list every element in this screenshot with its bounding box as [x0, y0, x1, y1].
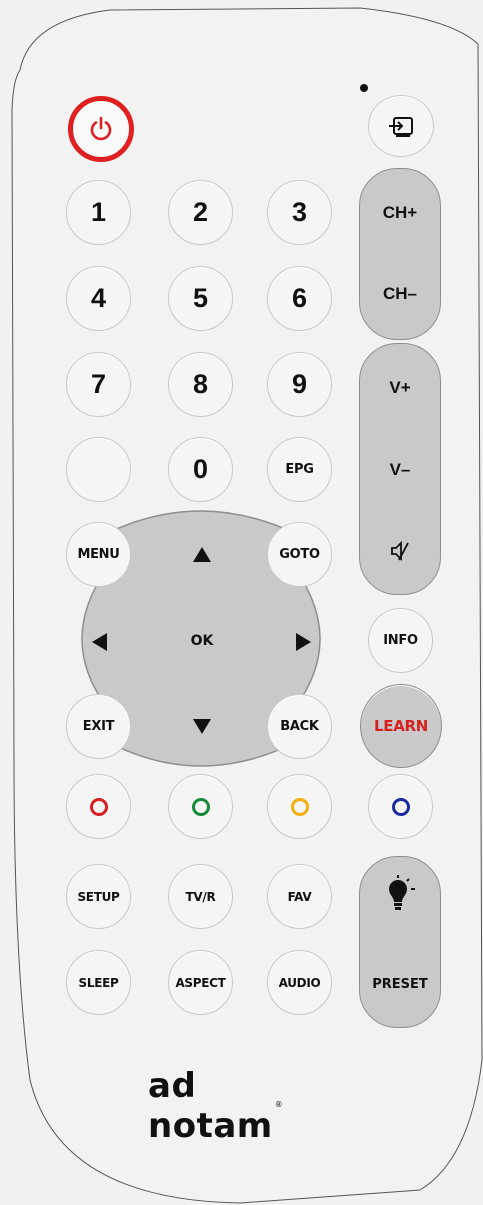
digit-4-label: 4	[90, 283, 107, 313]
fav-label: FAV	[287, 889, 312, 904]
green-ring-icon	[191, 797, 210, 816]
red-ring-icon	[89, 797, 108, 816]
digit-5-label: 5	[192, 283, 209, 313]
trademark-symbol: ®	[274, 1099, 284, 1109]
brand-logo-text: ad notam	[148, 1066, 273, 1146]
digit-1-label: 1	[90, 197, 107, 227]
up-arrow-icon	[193, 547, 211, 562]
tvr-label: TV/R	[185, 889, 216, 904]
sleep-button[interactable]: SLEEP	[66, 950, 131, 1015]
volume-down-label: V–	[389, 460, 411, 479]
channel-up-button[interactable]: CH+	[360, 169, 440, 254]
led-indicator	[360, 84, 368, 92]
setup-label: SETUP	[77, 889, 120, 904]
tvr-button[interactable]: TV/R	[168, 864, 233, 929]
yellow-ring-icon	[290, 797, 309, 816]
light-preset-rocker: PRESET	[359, 856, 441, 1028]
digit-0-button[interactable]: 0	[168, 437, 233, 502]
lightbulb-icon	[389, 875, 415, 910]
digit-9-label: 9	[291, 369, 308, 399]
learn-button[interactable]: LEARN	[360, 684, 442, 768]
blank-button[interactable]	[66, 437, 131, 502]
sleep-label: SLEEP	[78, 975, 119, 990]
epg-label: EPG	[285, 462, 314, 477]
digit-8-button[interactable]: 8	[168, 352, 233, 417]
ok-label: OK	[190, 633, 214, 649]
learn-label: LEARN	[373, 717, 429, 735]
power-icon	[90, 116, 112, 141]
digit-8-label: 8	[192, 369, 209, 399]
channel-down-button[interactable]: CH–	[360, 254, 440, 339]
digit-3-label: 3	[291, 197, 308, 227]
blue-button[interactable]	[368, 774, 433, 839]
digit-7-label: 7	[90, 369, 107, 399]
audio-button[interactable]: AUDIO	[267, 950, 332, 1015]
ok-button[interactable]: OK	[172, 614, 232, 668]
digit-5-button[interactable]: 5	[168, 266, 233, 331]
digit-1-button[interactable]: 1	[66, 180, 131, 245]
left-arrow-icon	[92, 633, 107, 651]
digit-2-label: 2	[192, 197, 209, 227]
exit-button[interactable]: EXIT	[66, 694, 131, 759]
channel-up-label: CH+	[382, 203, 418, 222]
channel-rocker: CH+ CH–	[359, 168, 441, 340]
volume-rocker: V+ V–	[359, 343, 441, 595]
info-label: INFO	[383, 633, 418, 648]
back-label: BACK	[280, 719, 319, 734]
fav-button[interactable]: FAV	[267, 864, 332, 929]
aspect-button[interactable]: ASPECT	[168, 950, 233, 1015]
power-button[interactable]	[68, 96, 134, 162]
volume-down-button[interactable]: V–	[360, 432, 440, 512]
exit-label: EXIT	[82, 719, 115, 734]
audio-label: AUDIO	[278, 975, 321, 990]
digit-6-label: 6	[291, 283, 308, 313]
input-source-icon	[389, 117, 413, 137]
channel-down-label: CH–	[382, 284, 417, 303]
mute-button[interactable]	[360, 512, 440, 596]
goto-button[interactable]: GOTO	[267, 522, 332, 587]
preset-button[interactable]: PRESET	[360, 943, 440, 1029]
green-button[interactable]	[168, 774, 233, 839]
digit-0-label: 0	[192, 454, 209, 484]
preset-label: PRESET	[372, 977, 428, 992]
goto-label: GOTO	[279, 547, 320, 562]
volume-up-label: V+	[389, 378, 411, 397]
blue-ring-icon	[391, 797, 410, 816]
menu-button[interactable]: MENU	[66, 522, 131, 587]
menu-label: MENU	[77, 547, 120, 562]
digit-7-button[interactable]: 7	[66, 352, 131, 417]
digit-2-button[interactable]: 2	[168, 180, 233, 245]
digit-3-button[interactable]: 3	[267, 180, 332, 245]
volume-up-button[interactable]: V+	[360, 344, 440, 432]
digit-6-button[interactable]: 6	[267, 266, 332, 331]
remote-control: 1 2 3 4 5 6 7 8 9 0 EPG CH+ CH– V+ V– OK…	[0, 0, 483, 1205]
mute-icon	[391, 540, 409, 562]
yellow-button[interactable]	[267, 774, 332, 839]
digit-4-button[interactable]: 4	[66, 266, 131, 331]
aspect-label: ASPECT	[175, 975, 226, 990]
back-button[interactable]: BACK	[267, 694, 332, 759]
right-arrow-icon	[296, 633, 311, 651]
light-button[interactable]	[360, 857, 440, 943]
info-button[interactable]: INFO	[368, 608, 433, 673]
red-button[interactable]	[66, 774, 131, 839]
digit-9-button[interactable]: 9	[267, 352, 332, 417]
input-source-button[interactable]	[368, 95, 434, 157]
setup-button[interactable]: SETUP	[66, 864, 131, 929]
down-arrow-icon	[193, 719, 211, 734]
brand-logo: ad notam®	[148, 1066, 338, 1146]
epg-button[interactable]: EPG	[267, 437, 332, 502]
